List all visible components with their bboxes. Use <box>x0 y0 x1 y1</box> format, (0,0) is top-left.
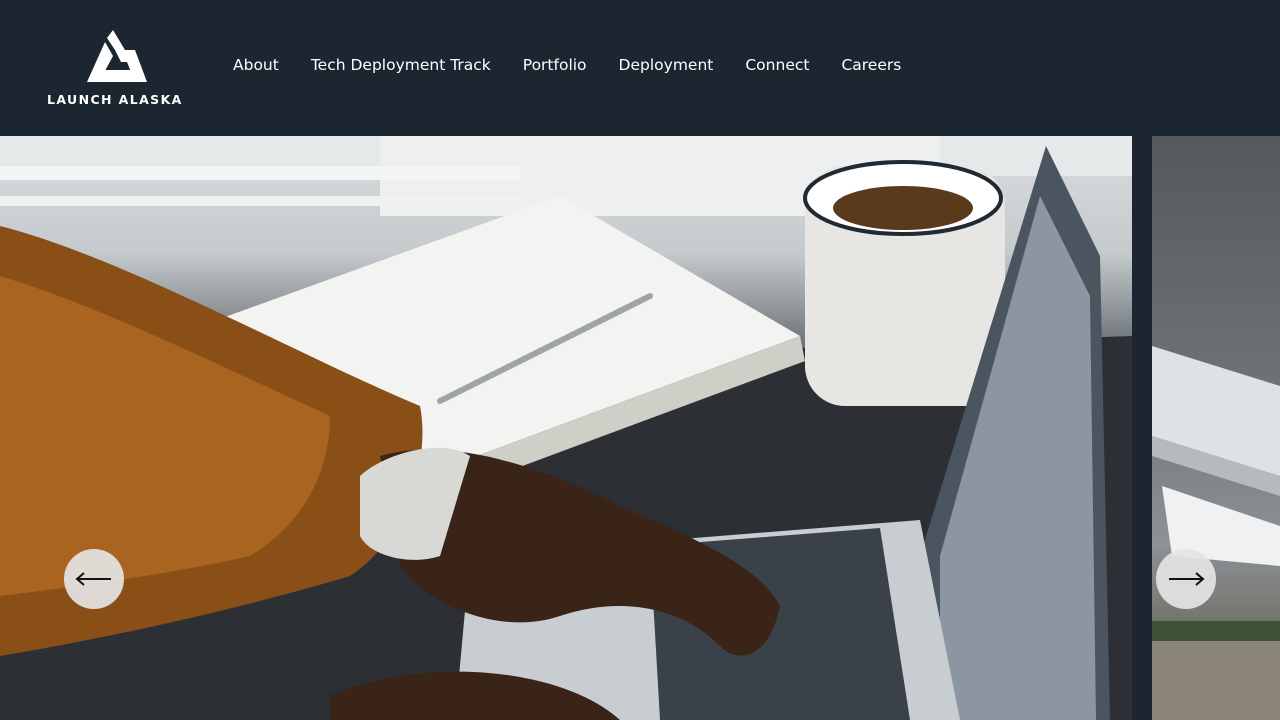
hero-photo <box>0 136 1132 720</box>
nav-item-portfolio[interactable]: Portfolio <box>523 56 587 74</box>
nav-item-tech-deployment-track[interactable]: Tech Deployment Track <box>311 56 491 74</box>
logo-mark-icon <box>87 30 147 82</box>
arrow-left-icon <box>75 572 111 586</box>
arrow-right-icon <box>1169 572 1205 586</box>
nav-item-about[interactable]: About <box>233 56 279 74</box>
carousel-slide-next <box>1152 136 1280 720</box>
site-header: LAUNCH ALASKA About Tech Deployment Trac… <box>0 0 1280 136</box>
carousel-slide-current <box>0 136 1132 720</box>
logo-text: LAUNCH ALASKA <box>47 92 183 107</box>
carousel-prev-button[interactable] <box>64 549 124 609</box>
carousel-next-button[interactable] <box>1156 549 1216 609</box>
main-nav: About Tech Deployment Track Portfolio De… <box>233 56 901 74</box>
nav-item-careers[interactable]: Careers <box>841 56 901 74</box>
launch-alaska-logo[interactable]: LAUNCH ALASKA <box>47 28 181 108</box>
nav-item-connect[interactable]: Connect <box>745 56 809 74</box>
airplane-photo <box>1152 346 1280 720</box>
nav-item-deployment[interactable]: Deployment <box>619 56 714 74</box>
